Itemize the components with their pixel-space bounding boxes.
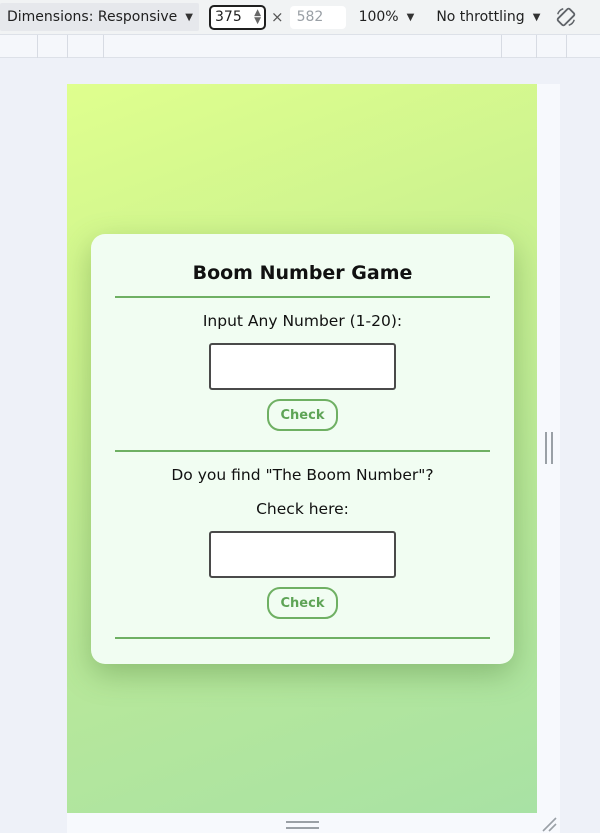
check-here-label: Check here:	[256, 500, 349, 518]
divider	[115, 637, 490, 639]
dimensions-dropdown[interactable]: Dimensions: Responsive ▼	[0, 3, 199, 31]
height-placeholder: 582	[296, 9, 324, 25]
throttling-label: No throttling	[436, 9, 525, 25]
height-input[interactable]: 582	[289, 5, 346, 29]
times-separator: ×	[271, 8, 284, 26]
divider	[115, 450, 490, 452]
throttling-dropdown[interactable]: No throttling ▼	[436, 9, 540, 25]
resize-handle-right[interactable]	[545, 432, 553, 464]
device-toolbar: Dimensions: Responsive ▼ 375 ▲ ▼ × 582 10…	[0, 0, 600, 34]
rotate-icon[interactable]	[554, 5, 578, 29]
number-input[interactable]	[209, 343, 396, 390]
page-title: Boom Number Game	[192, 262, 413, 284]
chevron-down-icon: ▼	[185, 11, 193, 23]
boom-question: Do you find "The Boom Number"?	[171, 466, 434, 484]
dimensions-label: Dimensions: Responsive	[7, 9, 178, 25]
resize-corner-icon[interactable]	[540, 815, 558, 833]
check-boom-button[interactable]: Check	[267, 587, 338, 619]
chevron-down-icon: ▼	[532, 11, 541, 23]
width-input[interactable]: 375 ▲ ▼	[209, 4, 266, 30]
device-viewport: Boom Number Game Input Any Number (1-20)…	[67, 84, 537, 813]
game-card: Boom Number Game Input Any Number (1-20)…	[91, 234, 514, 664]
boom-number-input[interactable]	[209, 531, 396, 578]
chevron-down-icon: ▼	[406, 11, 415, 23]
media-query-bar[interactable]	[0, 34, 600, 58]
zoom-label: 100%	[358, 9, 399, 25]
width-value[interactable]: 375	[215, 9, 242, 25]
check-button[interactable]: Check	[267, 399, 338, 431]
resize-handle-bottom[interactable]	[286, 821, 319, 829]
divider	[115, 296, 490, 298]
spinner-icon[interactable]: ▲ ▼	[254, 9, 261, 26]
input-prompt: Input Any Number (1-20):	[202, 312, 403, 330]
zoom-dropdown[interactable]: 100% ▼	[359, 9, 415, 25]
